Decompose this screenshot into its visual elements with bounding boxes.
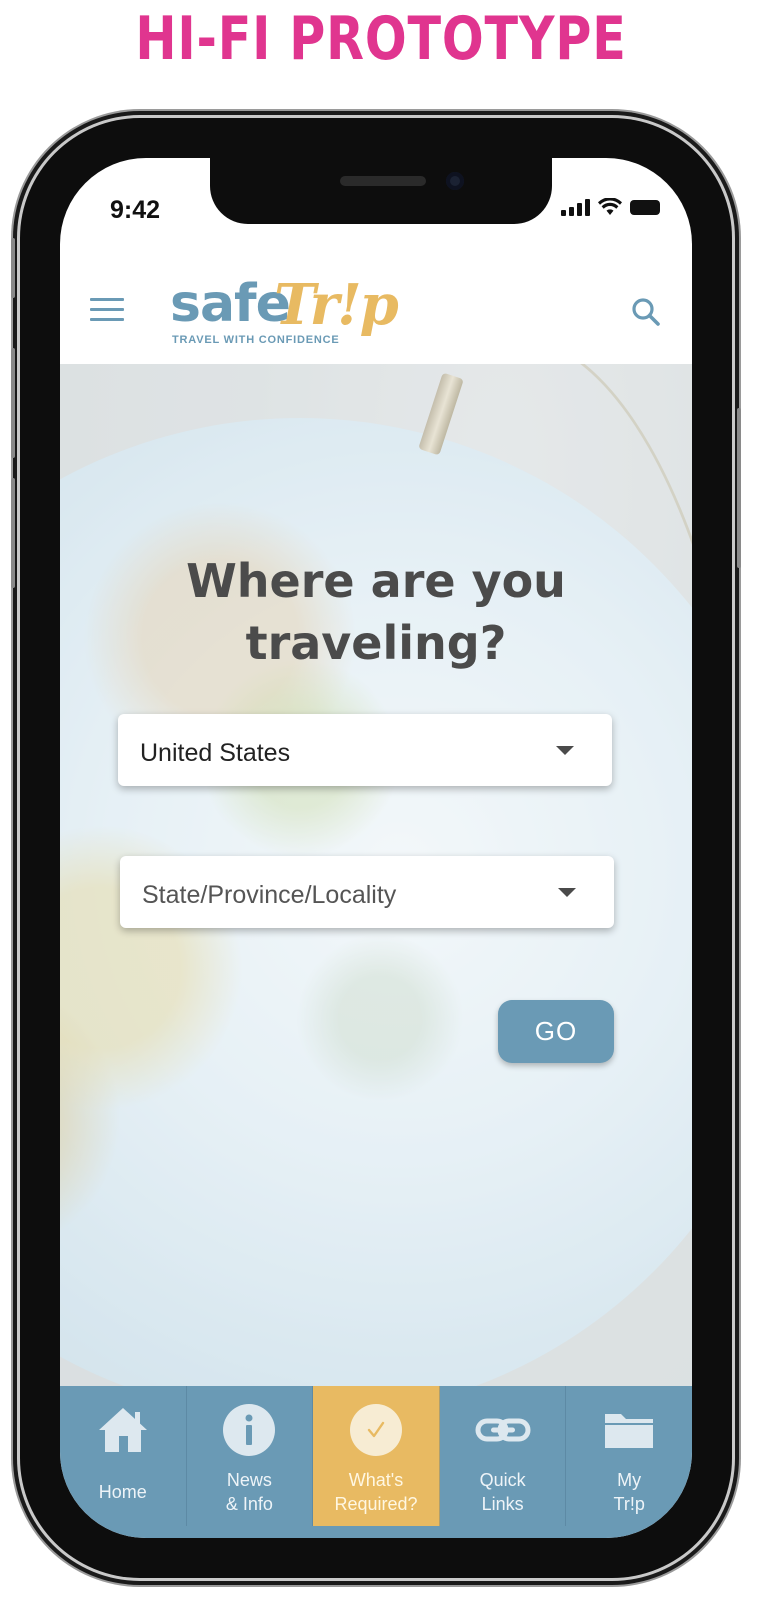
phone-frame: 9:42 safe Tr!p TRAVEL WITH CONFIDENCE Wh… xyxy=(11,118,741,1578)
country-select-value: United States xyxy=(140,739,291,767)
power-button xyxy=(737,408,741,568)
hero-title-line-2: traveling? xyxy=(245,616,507,670)
nav-label-news-line1: News xyxy=(226,1470,272,1490)
info-icon xyxy=(223,1404,276,1456)
logo-safe-text: safe xyxy=(170,274,291,334)
safetrip-logo: safe Tr!p TRAVEL WITH CONFIDENCE xyxy=(170,272,400,354)
nav-item-news-info[interactable]: News & Info xyxy=(187,1386,314,1526)
search-icon[interactable] xyxy=(630,296,662,328)
nav-label-quick-links: Quick Links xyxy=(440,1468,566,1516)
nav-label-home: Home xyxy=(98,1482,147,1502)
region-select[interactable]: State/Province/Locality xyxy=(120,856,614,928)
page-headline: HI-FI PROTOTYPE xyxy=(135,4,627,74)
logo-tagline: TRAVEL WITH CONFIDENCE xyxy=(172,334,340,346)
logo-trip-text: Tr!p xyxy=(274,272,399,338)
folder-icon xyxy=(605,1414,654,1448)
nav-label-my-trip: My Tr!p xyxy=(566,1468,692,1516)
status-time: 9:42 xyxy=(110,196,161,224)
app-header: safe Tr!p TRAVEL WITH CONFIDENCE xyxy=(60,246,692,364)
phone-screen: 9:42 safe Tr!p TRAVEL WITH CONFIDENCE Wh… xyxy=(60,158,692,1538)
hamburger-menu-icon[interactable] xyxy=(90,298,124,322)
hero-title: Where are you traveling? xyxy=(60,550,692,674)
front-camera xyxy=(446,172,464,190)
chevron-down-icon xyxy=(558,888,576,897)
go-button[interactable]: GO xyxy=(498,1000,614,1063)
nav-label-required-line1: What's xyxy=(348,1470,404,1490)
nav-label-trip-line2: Tr!p xyxy=(613,1494,645,1514)
link-icon xyxy=(475,1418,531,1442)
nav-item-my-trip[interactable]: My Tr!p xyxy=(566,1386,692,1526)
country-select[interactable]: United States xyxy=(118,714,612,786)
home-icon xyxy=(98,1408,147,1452)
region-select-placeholder: State/Province/Locality xyxy=(142,881,397,909)
volume-up-button xyxy=(11,348,15,458)
checkmark-icon xyxy=(349,1404,402,1456)
battery-icon xyxy=(630,200,660,215)
nav-label-trip-line1: My xyxy=(617,1470,642,1490)
nav-item-quick-links[interactable]: Quick Links xyxy=(440,1386,567,1526)
notch xyxy=(210,158,552,224)
hero-title-line-1: Where are you xyxy=(186,554,566,608)
nav-label-required-line2: Required? xyxy=(334,1494,418,1514)
nav-label-whats-required: What's Required? xyxy=(313,1468,439,1516)
nav-label-links-line2: Links xyxy=(481,1494,524,1514)
earpiece-speaker xyxy=(340,176,426,186)
nav-item-whats-required[interactable]: What's Required? xyxy=(313,1386,440,1526)
mute-switch xyxy=(11,238,15,298)
cellular-signal-icon xyxy=(561,198,590,216)
nav-label-news-line2: & Info xyxy=(225,1494,273,1514)
wifi-icon xyxy=(598,198,622,215)
nav-item-home[interactable]: Home xyxy=(60,1386,187,1526)
bottom-navigation: Home News & Info What's Required? Quick … xyxy=(60,1386,692,1538)
nav-label-news-info: News & Info xyxy=(187,1468,313,1516)
nav-label-links-line1: Quick xyxy=(479,1470,526,1490)
volume-down-button xyxy=(11,478,15,588)
hero-section: Where are you traveling? United States S… xyxy=(60,364,692,1394)
status-icons xyxy=(561,198,660,216)
chevron-down-icon xyxy=(556,746,574,755)
